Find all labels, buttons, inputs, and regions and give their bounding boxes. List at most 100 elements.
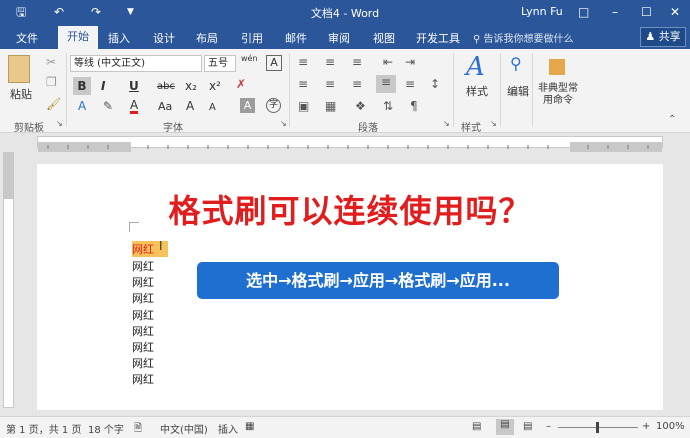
- strikethrough-button[interactable]: abc: [157, 80, 175, 94]
- text-line[interactable]: 网红: [132, 323, 154, 339]
- bold-button[interactable]: B: [73, 77, 91, 95]
- horizontal-ruler[interactable]: [37, 136, 663, 152]
- tab-mailings[interactable]: 邮件: [285, 30, 307, 46]
- superscript-button[interactable]: x²: [209, 79, 221, 93]
- language-status[interactable]: 中文(中国): [160, 421, 208, 436]
- group-label-paragraph: 段落: [358, 123, 378, 134]
- font-color-button[interactable]: A: [130, 99, 139, 114]
- font-size-select[interactable]: 五号: [204, 55, 236, 72]
- tab-file[interactable]: 文件: [16, 30, 38, 46]
- page-count[interactable]: 第 1 页，共 1 页: [6, 421, 81, 436]
- sort-icon[interactable]: ⇅: [383, 99, 393, 113]
- styles-label[interactable]: 样式: [466, 85, 488, 99]
- typical-command-label[interactable]: 非典型常用命令: [538, 83, 578, 107]
- tab-references[interactable]: 引用: [241, 30, 263, 46]
- share-label: 共享: [658, 30, 681, 43]
- macro-icon[interactable]: ▦: [245, 421, 254, 432]
- vertical-ruler[interactable]: [3, 152, 14, 408]
- text-line-formatted[interactable]: 网红: [132, 241, 168, 257]
- multilevel-list-icon[interactable]: ≡: [352, 55, 362, 69]
- text-effects-icon[interactable]: A: [78, 99, 86, 113]
- web-layout-icon[interactable]: ▤: [523, 421, 532, 432]
- align-center-icon[interactable]: ≡: [325, 77, 335, 91]
- ribbon: 粘贴 ✂ ❐ 🖌 等线 (中文正文) 五号 wén A B I U abc x₂…: [0, 49, 690, 134]
- font-name-value: 等线 (中文正文): [74, 58, 145, 69]
- paste-icon[interactable]: [8, 55, 30, 83]
- text-line[interactable]: 网红: [132, 307, 154, 323]
- align-left-icon[interactable]: ≡: [298, 77, 308, 91]
- shading-icon[interactable]: ▣: [298, 99, 309, 113]
- copy-icon[interactable]: ❐: [46, 75, 57, 89]
- underline-button[interactable]: U: [129, 79, 139, 93]
- grow-font-button[interactable]: A: [186, 99, 194, 113]
- align-right-icon[interactable]: ≡: [352, 77, 362, 91]
- group-label-font: 字体: [163, 123, 183, 134]
- tab-insert[interactable]: 插入: [108, 30, 130, 46]
- borders-icon[interactable]: ▦: [325, 99, 336, 113]
- chinese-layout-icon[interactable]: ❖: [355, 99, 366, 113]
- paste-label[interactable]: 粘贴: [10, 88, 32, 102]
- line-spacing-icon[interactable]: ↕: [430, 77, 440, 91]
- zoom-out-icon[interactable]: –: [546, 421, 551, 432]
- show-marks-icon[interactable]: ¶: [410, 99, 418, 113]
- separator: [66, 53, 67, 127]
- tab-review[interactable]: 审阅: [328, 30, 350, 46]
- tab-layout[interactable]: 布局: [196, 30, 218, 46]
- text-line[interactable]: 网红: [132, 339, 154, 355]
- text-line[interactable]: 网红: [132, 355, 154, 371]
- distributed-icon[interactable]: ≡: [405, 77, 415, 91]
- numbering-icon[interactable]: ≡: [325, 55, 335, 69]
- read-mode-icon[interactable]: ▤: [472, 421, 481, 432]
- clipboard-launcher-icon[interactable]: ↘: [56, 119, 63, 128]
- collapse-ribbon-icon[interactable]: ⌃: [668, 113, 676, 127]
- tab-developer[interactable]: 开发工具: [416, 30, 460, 46]
- maximize-icon[interactable]: ☐: [641, 4, 652, 20]
- paragraph-launcher-icon[interactable]: ↘: [443, 119, 450, 128]
- typical-command-icon[interactable]: [549, 59, 565, 75]
- clear-format-icon[interactable]: ✗: [236, 77, 246, 91]
- justify-icon[interactable]: ≡: [376, 75, 396, 93]
- char-border-icon[interactable]: A: [266, 55, 282, 71]
- ribbon-display-icon[interactable]: □: [578, 4, 589, 20]
- share-button[interactable]: ♟ 共享: [640, 27, 686, 47]
- tab-design[interactable]: 设计: [153, 30, 175, 46]
- tell-me-box[interactable]: ⚲ 告诉我你想要做什么: [473, 30, 574, 45]
- word-count[interactable]: 18 个字: [88, 421, 124, 436]
- font-launcher-icon[interactable]: ↘: [280, 119, 287, 128]
- subscript-button[interactable]: x₂: [185, 79, 197, 93]
- find-icon[interactable]: ⚲: [510, 56, 522, 72]
- font-name-select[interactable]: 等线 (中文正文): [70, 55, 202, 72]
- text-line[interactable]: 网红: [132, 258, 154, 274]
- format-painter-icon[interactable]: 🖌: [46, 97, 61, 111]
- styles-launcher-icon[interactable]: ↘: [490, 119, 497, 128]
- phonetic-guide-icon[interactable]: wén: [241, 54, 258, 63]
- document-page[interactable]: 格式刷可以连续使用吗？ 网红 Ⅰ 网红 网红 网红 网红 网红 网红 网红 网红…: [37, 164, 663, 410]
- enclose-char-icon[interactable]: 字: [266, 98, 281, 113]
- insert-mode-status[interactable]: 插入: [218, 421, 238, 436]
- cut-icon[interactable]: ✂: [46, 55, 56, 69]
- user-name[interactable]: Lynn Fu: [521, 5, 563, 18]
- proofing-icon[interactable]: 🗎: [134, 421, 142, 438]
- vertical-scrollbar[interactable]: [671, 152, 687, 410]
- print-layout-icon[interactable]: ▤: [496, 419, 514, 435]
- close-icon[interactable]: ✕: [670, 4, 680, 20]
- change-case-button[interactable]: Aa: [158, 100, 172, 114]
- edit-label[interactable]: 编辑: [507, 85, 529, 99]
- text-line[interactable]: 网红: [132, 274, 154, 290]
- minimize-icon[interactable]: –: [612, 4, 618, 20]
- shrink-font-button[interactable]: A: [209, 101, 216, 115]
- increase-indent-icon[interactable]: ⇥: [405, 55, 415, 69]
- char-shading-icon[interactable]: A: [240, 98, 255, 113]
- tab-view[interactable]: 视图: [373, 30, 395, 46]
- text-line[interactable]: 网红: [132, 290, 154, 306]
- text-line[interactable]: 网红: [132, 371, 154, 387]
- highlight-icon[interactable]: ✎: [103, 99, 113, 113]
- tab-home[interactable]: 开始: [58, 26, 98, 49]
- bullets-icon[interactable]: ≡: [298, 55, 308, 69]
- zoom-slider-thumb[interactable]: [596, 422, 599, 433]
- styles-icon[interactable]: A: [466, 53, 485, 81]
- italic-button[interactable]: I: [101, 79, 105, 93]
- decrease-indent-icon[interactable]: ⇤: [383, 55, 393, 69]
- zoom-level[interactable]: 100%: [656, 421, 685, 432]
- zoom-in-icon[interactable]: +: [642, 421, 650, 432]
